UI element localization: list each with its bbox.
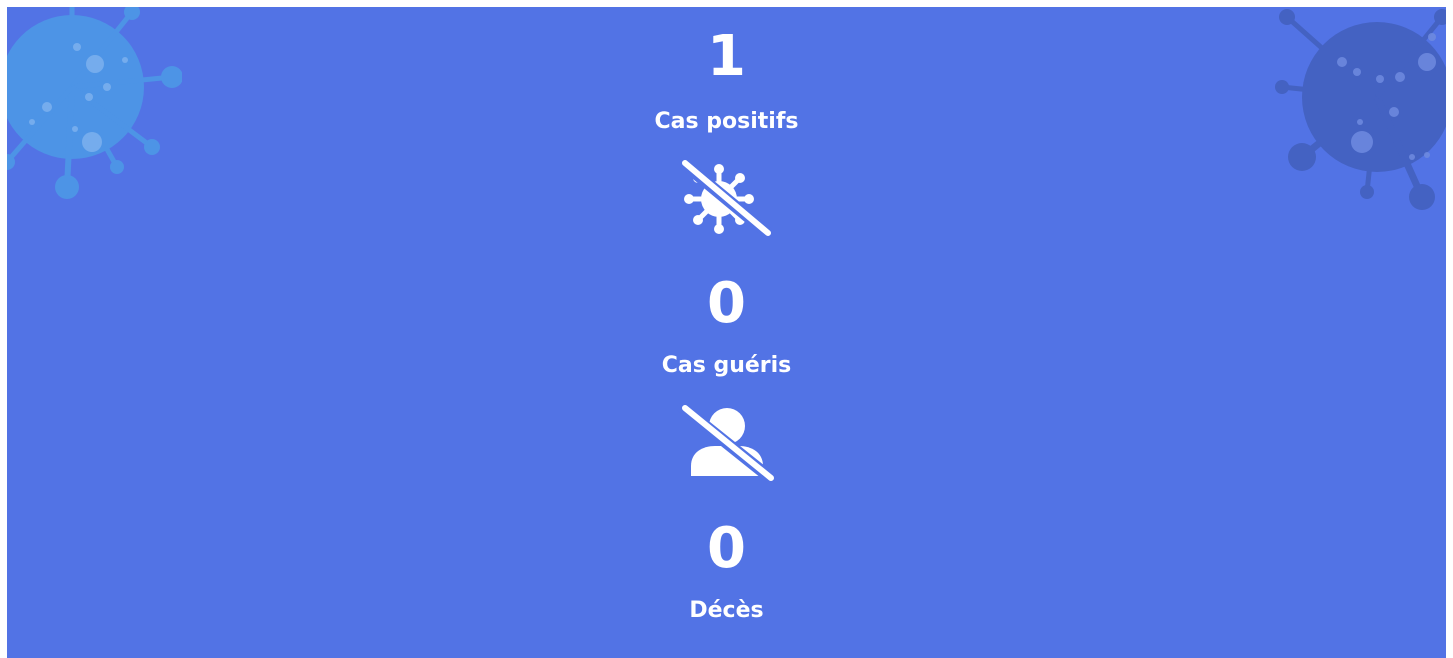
user-slash-icon [677,402,777,484]
cured-cases-count: 0 [707,271,746,336]
positive-cases-label: Cas positifs [654,109,799,134]
stats-panel: 1 Cas positifs 0 Cas guéris 0 Décès [7,7,1446,658]
cured-cases-label: Cas guéris [661,353,792,378]
positive-cases-count: 1 [707,24,746,89]
virus-slash-icon [677,157,775,239]
deaths-count: 0 [707,516,746,581]
deaths-label: Décès [689,598,764,623]
